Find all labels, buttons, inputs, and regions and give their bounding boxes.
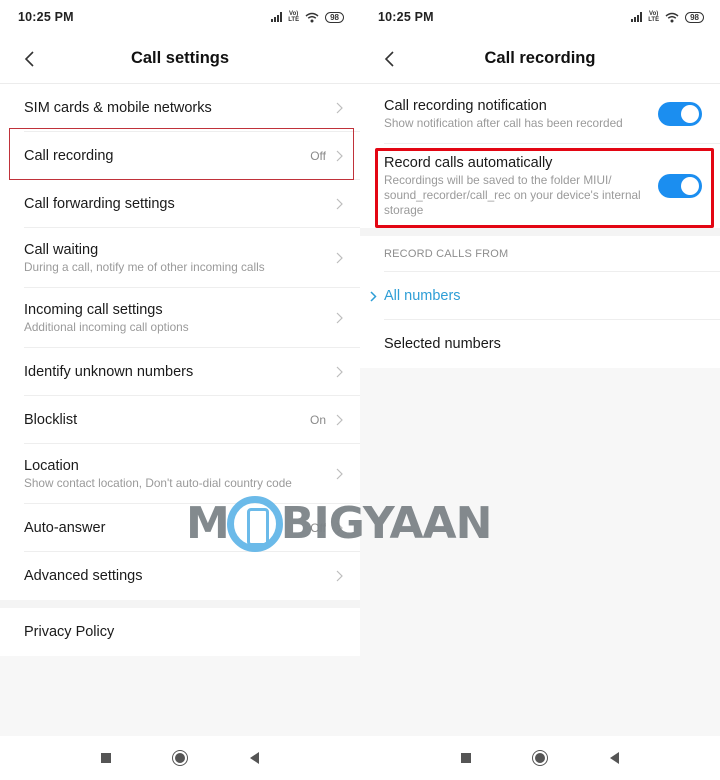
item-label: Call forwarding settings: [24, 196, 175, 212]
chevron-right-icon: [336, 522, 343, 534]
call-recording-notification-item: Call recording notification Show notific…: [360, 84, 720, 144]
recording-toggles: Call recording notification Show notific…: [360, 84, 720, 228]
option-label: Selected numbers: [384, 336, 501, 352]
status-bar: 10:25 PM Vo) LTE 98: [360, 0, 720, 34]
volte-icon: Vo) LTE: [288, 11, 299, 23]
item-label: Privacy Policy: [24, 624, 115, 640]
call-recording-item[interactable]: Call recording Off: [0, 132, 360, 180]
signal-icon: [271, 12, 283, 22]
title-bar: Call recording: [360, 34, 720, 84]
item-value: Off: [310, 521, 326, 535]
record-automatically-item: Record calls automatically Recordings wi…: [360, 144, 720, 228]
signal-icon: [631, 12, 643, 22]
item-value: On: [309, 413, 326, 427]
triangle-back-icon: [249, 752, 259, 764]
wifi-icon: [305, 12, 319, 22]
chevron-right-icon: [336, 252, 343, 264]
home-circle-icon: [172, 750, 188, 766]
status-time: 10:25 PM: [18, 10, 74, 24]
advanced-settings-item[interactable]: Advanced settings: [0, 552, 360, 600]
back-arrow-icon[interactable]: [22, 50, 38, 68]
blocklist-item[interactable]: Blocklist On: [0, 396, 360, 444]
square-icon: [101, 753, 111, 763]
recents-button[interactable]: [429, 753, 503, 763]
call-forwarding-item[interactable]: Call forwarding settings: [0, 180, 360, 228]
recents-button[interactable]: [69, 753, 143, 763]
item-label: Identify unknown numbers: [24, 364, 194, 380]
auto-record-toggle[interactable]: [658, 174, 702, 198]
back-button[interactable]: [577, 752, 651, 764]
record-calls-from-header: RECORD CALLS FROM: [360, 236, 720, 272]
navigation-bar: [0, 736, 360, 780]
home-circle-icon: [532, 750, 548, 766]
identify-unknown-numbers-item[interactable]: Identify unknown numbers: [0, 348, 360, 396]
chevron-right-icon: [336, 102, 343, 114]
back-arrow-icon[interactable]: [382, 50, 398, 68]
volte-icon: Vo) LTE: [648, 11, 659, 23]
status-bar: 10:25 PM Vo) LTE 98: [0, 0, 360, 34]
home-button[interactable]: [503, 750, 577, 766]
chevron-right-icon: [336, 414, 343, 426]
status-icons: Vo) LTE 98: [631, 11, 704, 23]
item-subtitle: Additional incoming call options: [24, 320, 189, 334]
square-icon: [461, 753, 471, 763]
sim-cards-item[interactable]: SIM cards & mobile networks: [0, 84, 360, 132]
call-waiting-item[interactable]: Call waiting During a call, notify me of…: [0, 228, 360, 288]
volte-bottom: LTE: [648, 17, 660, 23]
item-subtitle: During a call, notify me of other incomi…: [24, 260, 265, 274]
status-time: 10:25 PM: [378, 10, 434, 24]
item-value: Off: [310, 149, 326, 163]
location-item[interactable]: Location Show contact location, Don't au…: [0, 444, 360, 504]
wifi-icon: [665, 12, 679, 22]
title-bar: Call settings: [0, 34, 360, 84]
page-title: Call recording: [484, 49, 596, 67]
item-label: Incoming call settings: [24, 302, 163, 318]
battery-icon: 98: [325, 11, 344, 23]
section-header-label: RECORD CALLS FROM: [384, 248, 509, 260]
item-subtitle: Show notification after call has been re…: [384, 116, 623, 130]
volte-bottom: LTE: [288, 17, 300, 23]
option-label: All numbers: [384, 288, 461, 304]
chevron-right-icon: [336, 468, 343, 480]
chevron-right-icon: [336, 570, 343, 582]
item-label: Blocklist: [24, 412, 78, 428]
back-button[interactable]: [217, 752, 291, 764]
page-title: Call settings: [130, 49, 230, 67]
selected-chevron-icon: [370, 291, 377, 302]
navigation-bar: [360, 736, 720, 780]
status-icons: Vo) LTE 98: [271, 11, 344, 23]
call-settings-screen: 10:25 PM Vo) LTE 98 Call settings SIM car…: [0, 0, 360, 780]
item-label: Call recording: [24, 148, 114, 164]
chevron-right-icon: [336, 366, 343, 378]
battery-icon: 98: [685, 11, 704, 23]
item-label: Advanced settings: [24, 568, 143, 584]
item-label: Auto-answer: [24, 520, 106, 536]
selected-numbers-option[interactable]: Selected numbers: [360, 320, 720, 368]
item-label: Location: [24, 458, 79, 474]
notification-toggle[interactable]: [658, 102, 702, 126]
home-button[interactable]: [143, 750, 217, 766]
item-label: Record calls automatically: [384, 155, 553, 171]
section-gap: [0, 600, 360, 608]
chevron-right-icon: [336, 312, 343, 324]
item-label: SIM cards & mobile networks: [24, 100, 212, 116]
chevron-right-icon: [336, 150, 343, 162]
section-gap: [360, 228, 720, 236]
triangle-back-icon: [609, 752, 619, 764]
privacy-policy-item[interactable]: Privacy Policy: [0, 608, 360, 656]
incoming-call-settings-item[interactable]: Incoming call settings Additional incomi…: [0, 288, 360, 348]
item-label: Call waiting: [24, 242, 99, 258]
auto-answer-item[interactable]: Auto-answer Off: [0, 504, 360, 552]
item-subtitle: Recordings will be saved to the folder M…: [384, 173, 641, 217]
item-label: Call recording notification: [384, 98, 547, 114]
call-recording-screen: 10:25 PM Vo) LTE 98 Call recording Call r…: [360, 0, 720, 780]
item-subtitle: Show contact location, Don't auto-dial c…: [24, 476, 292, 490]
settings-list: SIM cards & mobile networks Call recordi…: [0, 84, 360, 600]
chevron-right-icon: [336, 198, 343, 210]
all-numbers-option[interactable]: All numbers: [360, 272, 720, 320]
